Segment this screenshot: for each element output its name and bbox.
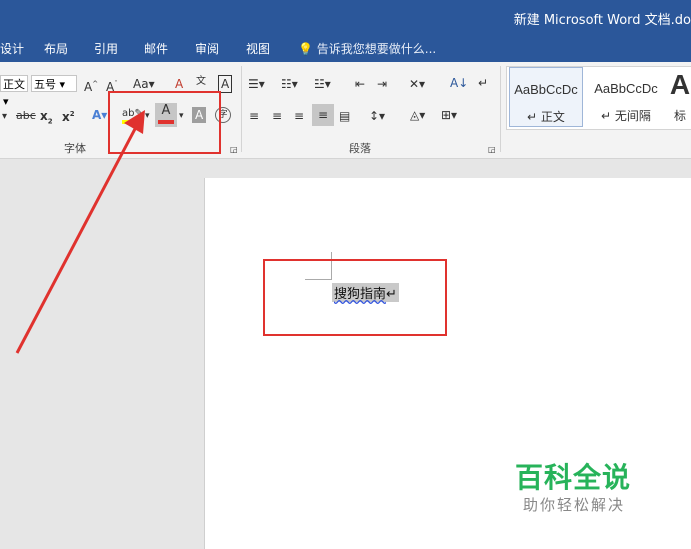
watermark-subtitle: 助你轻松解决	[523, 496, 626, 514]
arrow-shaft	[15, 126, 138, 354]
watermark-title: 百科全说	[515, 461, 632, 494]
